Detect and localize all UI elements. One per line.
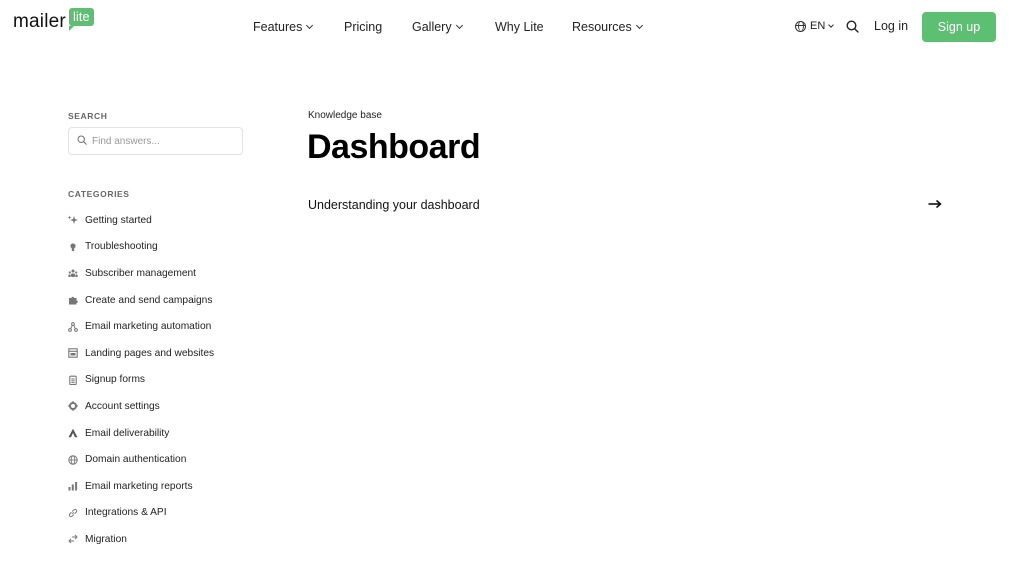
category-landing-pages-websites[interactable]: Landing pages and websites [68,340,214,367]
sparkle-icon [68,215,78,225]
category-label: Email deliverability [85,427,170,439]
article-link[interactable]: Understanding your dashboard [308,195,942,215]
category-getting-started[interactable]: Getting started [68,207,214,234]
category-signup-forms[interactable]: Signup forms [68,367,214,394]
category-label: Integrations & API [85,507,167,519]
lightbulb-icon [68,242,78,252]
nav-why-lite-label: Why Lite [495,20,544,34]
link-icon [68,508,78,518]
category-label: Signup forms [85,374,146,386]
category-label: Domain authentication [85,454,187,466]
nav-pricing[interactable]: Pricing [344,20,382,34]
category-label: Getting started [85,214,152,226]
globe-icon [68,454,78,465]
layout-icon [68,348,78,359]
category-label: Troubleshooting [85,241,158,253]
category-subscriber-management[interactable]: Subscriber management [68,260,214,287]
category-label: Account settings [85,400,160,412]
categories-section-label: CATEGORIES [68,189,130,199]
site-header: mailer lite Features Pricing Gallery Why… [0,0,1024,54]
nav-gallery-label: Gallery [412,20,452,34]
category-create-send-campaigns[interactable]: Create and send campaigns [68,287,214,314]
logo-badge: lite [68,8,94,31]
gear-icon [68,401,78,412]
nav-features[interactable]: Features [253,20,314,34]
nav-resources-label: Resources [572,20,632,34]
category-domain-authentication[interactable]: Domain authentication [68,446,214,473]
login-link[interactable]: Log in [874,19,908,33]
chevron-down-icon [455,21,463,30]
nav-why-lite[interactable]: Why Lite [495,20,544,34]
mailerlite-logo[interactable]: mailer lite [13,8,94,32]
chevron-down-icon [635,21,643,30]
category-label: Landing pages and websites [85,347,215,359]
category-migration[interactable]: Migration [68,526,214,553]
chevron-down-icon [828,21,835,28]
users-icon [68,268,78,278]
globe-icon [795,20,806,32]
category-label: Subscriber management [85,267,196,279]
breadcrumb[interactable]: Knowledge base [308,110,382,121]
search-input[interactable] [92,135,232,147]
nav-pricing-label: Pricing [344,20,383,34]
nav-features-label: Features [253,20,303,34]
search-field[interactable] [68,127,243,155]
nav-gallery[interactable]: Gallery [412,20,463,34]
category-label: Email marketing reports [85,480,193,492]
search-icon [77,132,87,150]
category-list: Getting started Troubleshooting Subscrib… [68,207,214,553]
workflow-icon [68,321,78,332]
nav-resources[interactable]: Resources [572,20,643,34]
puzzle-icon [68,295,78,305]
signup-button[interactable]: Sign up [922,12,996,42]
language-selector[interactable]: EN [795,20,835,32]
clipboard-icon [68,375,78,385]
category-email-marketing-reports[interactable]: Email marketing reports [68,473,214,500]
swap-arrows-icon [68,534,78,544]
category-integrations-api[interactable]: Integrations & API [68,500,214,527]
language-code: EN [810,20,826,32]
chevron-down-icon [306,21,314,30]
arrow-right-icon [928,196,942,214]
category-troubleshooting[interactable]: Troubleshooting [68,234,214,261]
category-label: Migration [85,533,127,545]
category-label: Create and send campaigns [85,294,213,306]
category-label: Email marketing automation [85,321,212,333]
bar-chart-icon [68,481,78,491]
page-title: Dashboard [307,128,481,166]
category-email-marketing-automation[interactable]: Email marketing automation [68,313,214,340]
article-title: Understanding your dashboard [308,198,480,212]
logo-word: mailer [13,11,66,32]
search-section-label: SEARCH [68,111,108,121]
category-email-deliverability[interactable]: Email deliverability [68,420,214,447]
category-account-settings[interactable]: Account settings [68,393,214,420]
triangle-icon [68,428,78,438]
search-icon[interactable] [846,20,859,33]
